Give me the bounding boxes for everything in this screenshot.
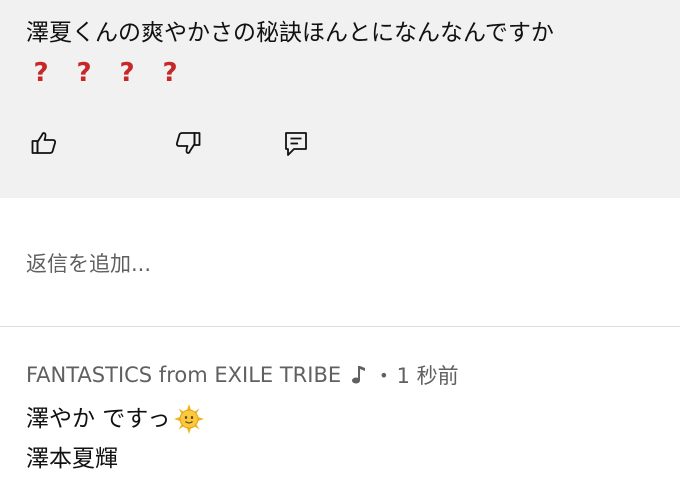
comment-card: 澤夏くんの爽やかさの秘訣ほんとになんなんですか ? ? ? ? (0, 0, 680, 198)
author-name[interactable]: FANTASTICS from EXILE TRIBE (26, 363, 341, 387)
reply-comment-line: 澤やか ですっ (26, 401, 205, 437)
dislike-button[interactable] (171, 126, 205, 160)
reply-button[interactable] (279, 126, 313, 160)
question-mark: ? (162, 58, 178, 88)
timestamp: 1 秒前 (396, 364, 459, 388)
reply-comment-line: 澤本夏輝 (26, 441, 118, 477)
question-mark: ? (119, 58, 135, 88)
sun-with-face-icon (174, 404, 205, 434)
like-button[interactable] (27, 126, 61, 160)
meta-separator: • (379, 365, 389, 385)
thumbs-down-icon (175, 132, 201, 154)
music-note-icon (349, 364, 367, 386)
reply-comment-icon (285, 132, 307, 156)
add-reply-input[interactable] (26, 244, 646, 284)
reply-comment-meta: FANTASTICS from EXILE TRIBE • 1 秒前 (26, 359, 459, 391)
reply-comment-signature: 澤本夏輝 (26, 446, 118, 472)
question-marks: ? ? ? ? (30, 54, 181, 94)
question-mark: ? (33, 58, 49, 88)
thumbs-up-icon (31, 132, 57, 154)
question-mark: ? (76, 58, 92, 88)
reply-comment: FANTASTICS from EXILE TRIBE • 1 秒前 澤やか で… (0, 327, 680, 496)
reply-comment-text: 澤やか ですっ (26, 406, 171, 432)
reply-area (0, 198, 680, 326)
comment-text: 澤夏くんの爽やかさの秘訣ほんとになんなんですか (26, 20, 554, 46)
